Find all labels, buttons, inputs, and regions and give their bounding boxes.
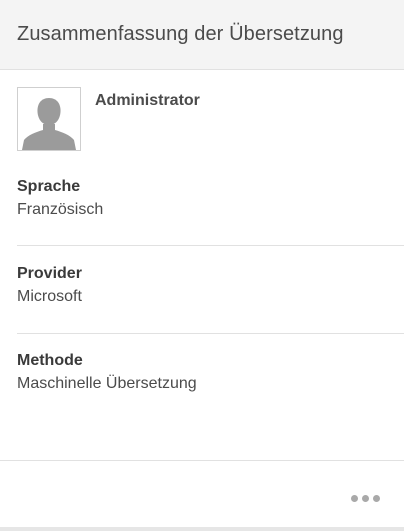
- panel-footer: [0, 461, 404, 527]
- user-name: Administrator: [95, 92, 200, 109]
- detail-provider: Provider Microsoft: [17, 264, 404, 307]
- panel-header: Zusammenfassung der Übersetzung: [0, 0, 404, 70]
- avatar: [17, 87, 81, 151]
- detail-method: Methode Maschinelle Übersetzung: [17, 351, 404, 394]
- translation-summary-panel: Zusammenfassung der Übersetzung Administ…: [0, 0, 404, 531]
- detail-language: Sprache Französisch: [17, 177, 404, 220]
- detail-label: Methode: [17, 352, 83, 369]
- divider: [17, 333, 404, 334]
- detail-value: Französisch: [17, 201, 104, 218]
- detail-value: Maschinelle Übersetzung: [17, 375, 197, 392]
- more-options-button[interactable]: [349, 491, 382, 506]
- detail-label: Sprache: [17, 178, 81, 195]
- panel-title: Zusammenfassung der Übersetzung: [17, 23, 344, 45]
- divider: [17, 245, 404, 246]
- detail-value: Microsoft: [17, 288, 82, 305]
- user-silhouette-icon: [18, 88, 80, 150]
- user-info: Administrator: [17, 87, 387, 153]
- bottom-edge: [0, 527, 404, 531]
- detail-label: Provider: [17, 265, 82, 282]
- more-horizontal-icon: [351, 495, 358, 502]
